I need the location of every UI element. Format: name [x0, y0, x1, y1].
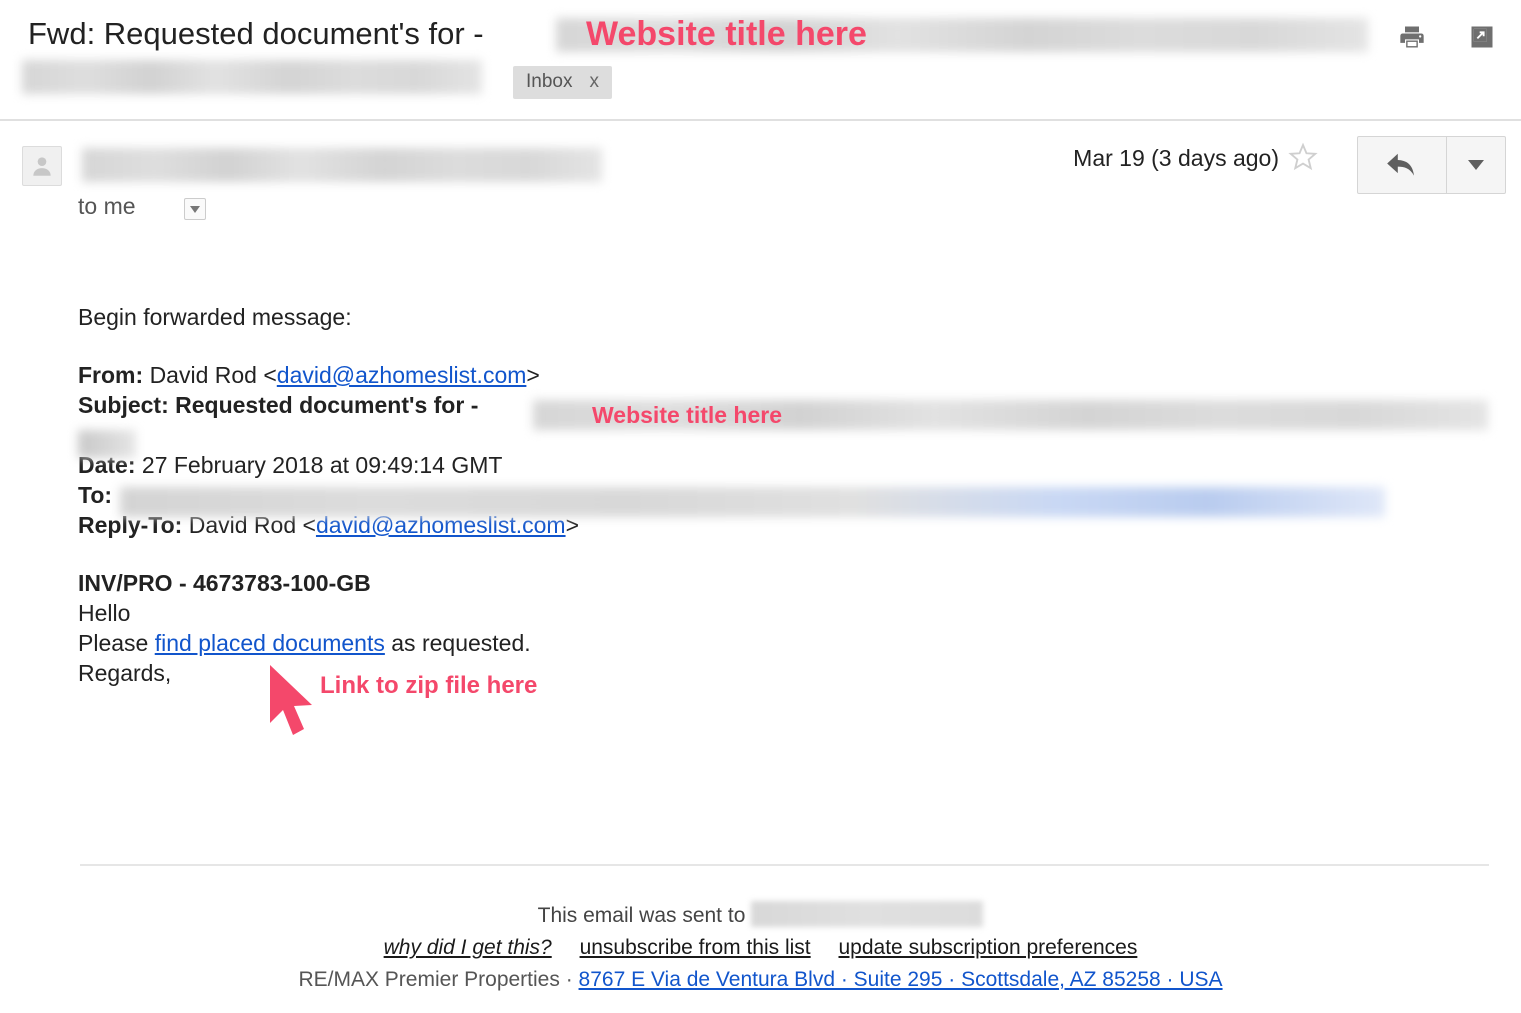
message-date: Mar 19 (3 days ago)	[1073, 145, 1279, 171]
subject-value: Requested document's for -	[175, 392, 479, 418]
redacted-recipient-email	[751, 901, 984, 927]
from-name: David Rod <	[149, 362, 277, 388]
please-text: Please	[78, 630, 155, 656]
redacted-to-address	[120, 487, 1385, 517]
star-button[interactable]	[1287, 141, 1319, 173]
redacted-subject-wrap	[22, 60, 482, 94]
greeting-line: Hello	[78, 600, 131, 626]
open-in-new-window-icon[interactable]	[1467, 22, 1497, 52]
begin-forwarded-line: Begin forwarded message:	[78, 304, 352, 330]
chevron-down-icon	[1468, 160, 1484, 170]
why-did-i-get-this-link[interactable]: why did I get this?	[384, 936, 552, 959]
as-requested-text: as requested.	[384, 630, 531, 656]
unsubscribe-link[interactable]: unsubscribe from this list	[580, 936, 811, 959]
redacted-sender-name	[82, 148, 602, 182]
reply-arrow-icon	[1387, 153, 1415, 176]
from-label: From:	[78, 362, 144, 388]
to-label: To:	[78, 482, 113, 508]
invoice-reference-text: INV/PRO - 4673783-100-GB	[78, 570, 371, 596]
date-line: Date: 27 February 2018 at 09:49:14 GMT	[78, 450, 1498, 480]
person-avatar-icon	[33, 157, 51, 176]
annotation-cursor-arrow	[266, 663, 322, 748]
from-email-link[interactable]: david@azhomeslist.com	[277, 362, 527, 388]
date-value: 27 February 2018 at 09:49:14 GMT	[141, 452, 503, 478]
company-name: RE/MAX Premier Properties ·	[298, 968, 579, 991]
sender-row: to me	[22, 142, 1502, 222]
reply-button-group	[1357, 136, 1506, 194]
please-find-line: Please find placed documents as requeste…	[78, 628, 1498, 658]
footer-links: why did I get this? unsubscribe from thi…	[0, 932, 1521, 964]
annotation-website-title-subject: Website title here	[592, 402, 783, 428]
label-chip-inbox[interactable]: Inbox x	[513, 66, 612, 99]
sent-to-line: This email was sent to	[0, 900, 1521, 932]
print-icon[interactable]	[1397, 22, 1427, 52]
recipient-details-toggle[interactable]	[184, 198, 206, 220]
from-close: >	[526, 362, 540, 388]
email-footer: This email was sent to why did I get thi…	[0, 900, 1521, 996]
email-view: Fwd: Requested document's for - Website …	[0, 0, 1521, 1013]
annotation-zip-link-note: Link to zip file here	[320, 672, 538, 699]
subject-label: Subject:	[78, 392, 169, 418]
chevron-down-icon	[190, 205, 200, 213]
annotation-website-title-top: Website title here	[586, 15, 867, 53]
footer-divider	[80, 864, 1489, 866]
more-actions-button[interactable]	[1447, 137, 1505, 193]
redacted-body-subject-wrap	[78, 430, 136, 458]
update-preferences-link[interactable]: update subscription preferences	[839, 936, 1138, 959]
header-divider	[0, 119, 1521, 121]
company-address-link[interactable]: 8767 E Via de Ventura Blvd · Suite 295 ·…	[579, 968, 1223, 991]
reply-button[interactable]	[1358, 137, 1446, 193]
subject-text: Fwd: Requested document's for -	[28, 16, 484, 51]
invoice-reference: INV/PRO - 4673783-100-GB	[78, 568, 1498, 598]
zip-file-link[interactable]: find placed documents	[155, 630, 385, 656]
sent-to-prefix: This email was sent to	[537, 904, 746, 927]
from-line: From: David Rod <david@azhomeslist.com>	[78, 360, 1498, 390]
to-me-label: to me	[78, 193, 136, 219]
star-outline-icon	[1288, 142, 1318, 171]
company-address-line: RE/MAX Premier Properties · 8767 E Via d…	[0, 964, 1521, 996]
avatar	[22, 146, 62, 186]
label-chip-text: Inbox	[526, 71, 573, 92]
header-actions	[1397, 22, 1497, 52]
label-chip-remove-icon[interactable]: x	[589, 71, 599, 92]
